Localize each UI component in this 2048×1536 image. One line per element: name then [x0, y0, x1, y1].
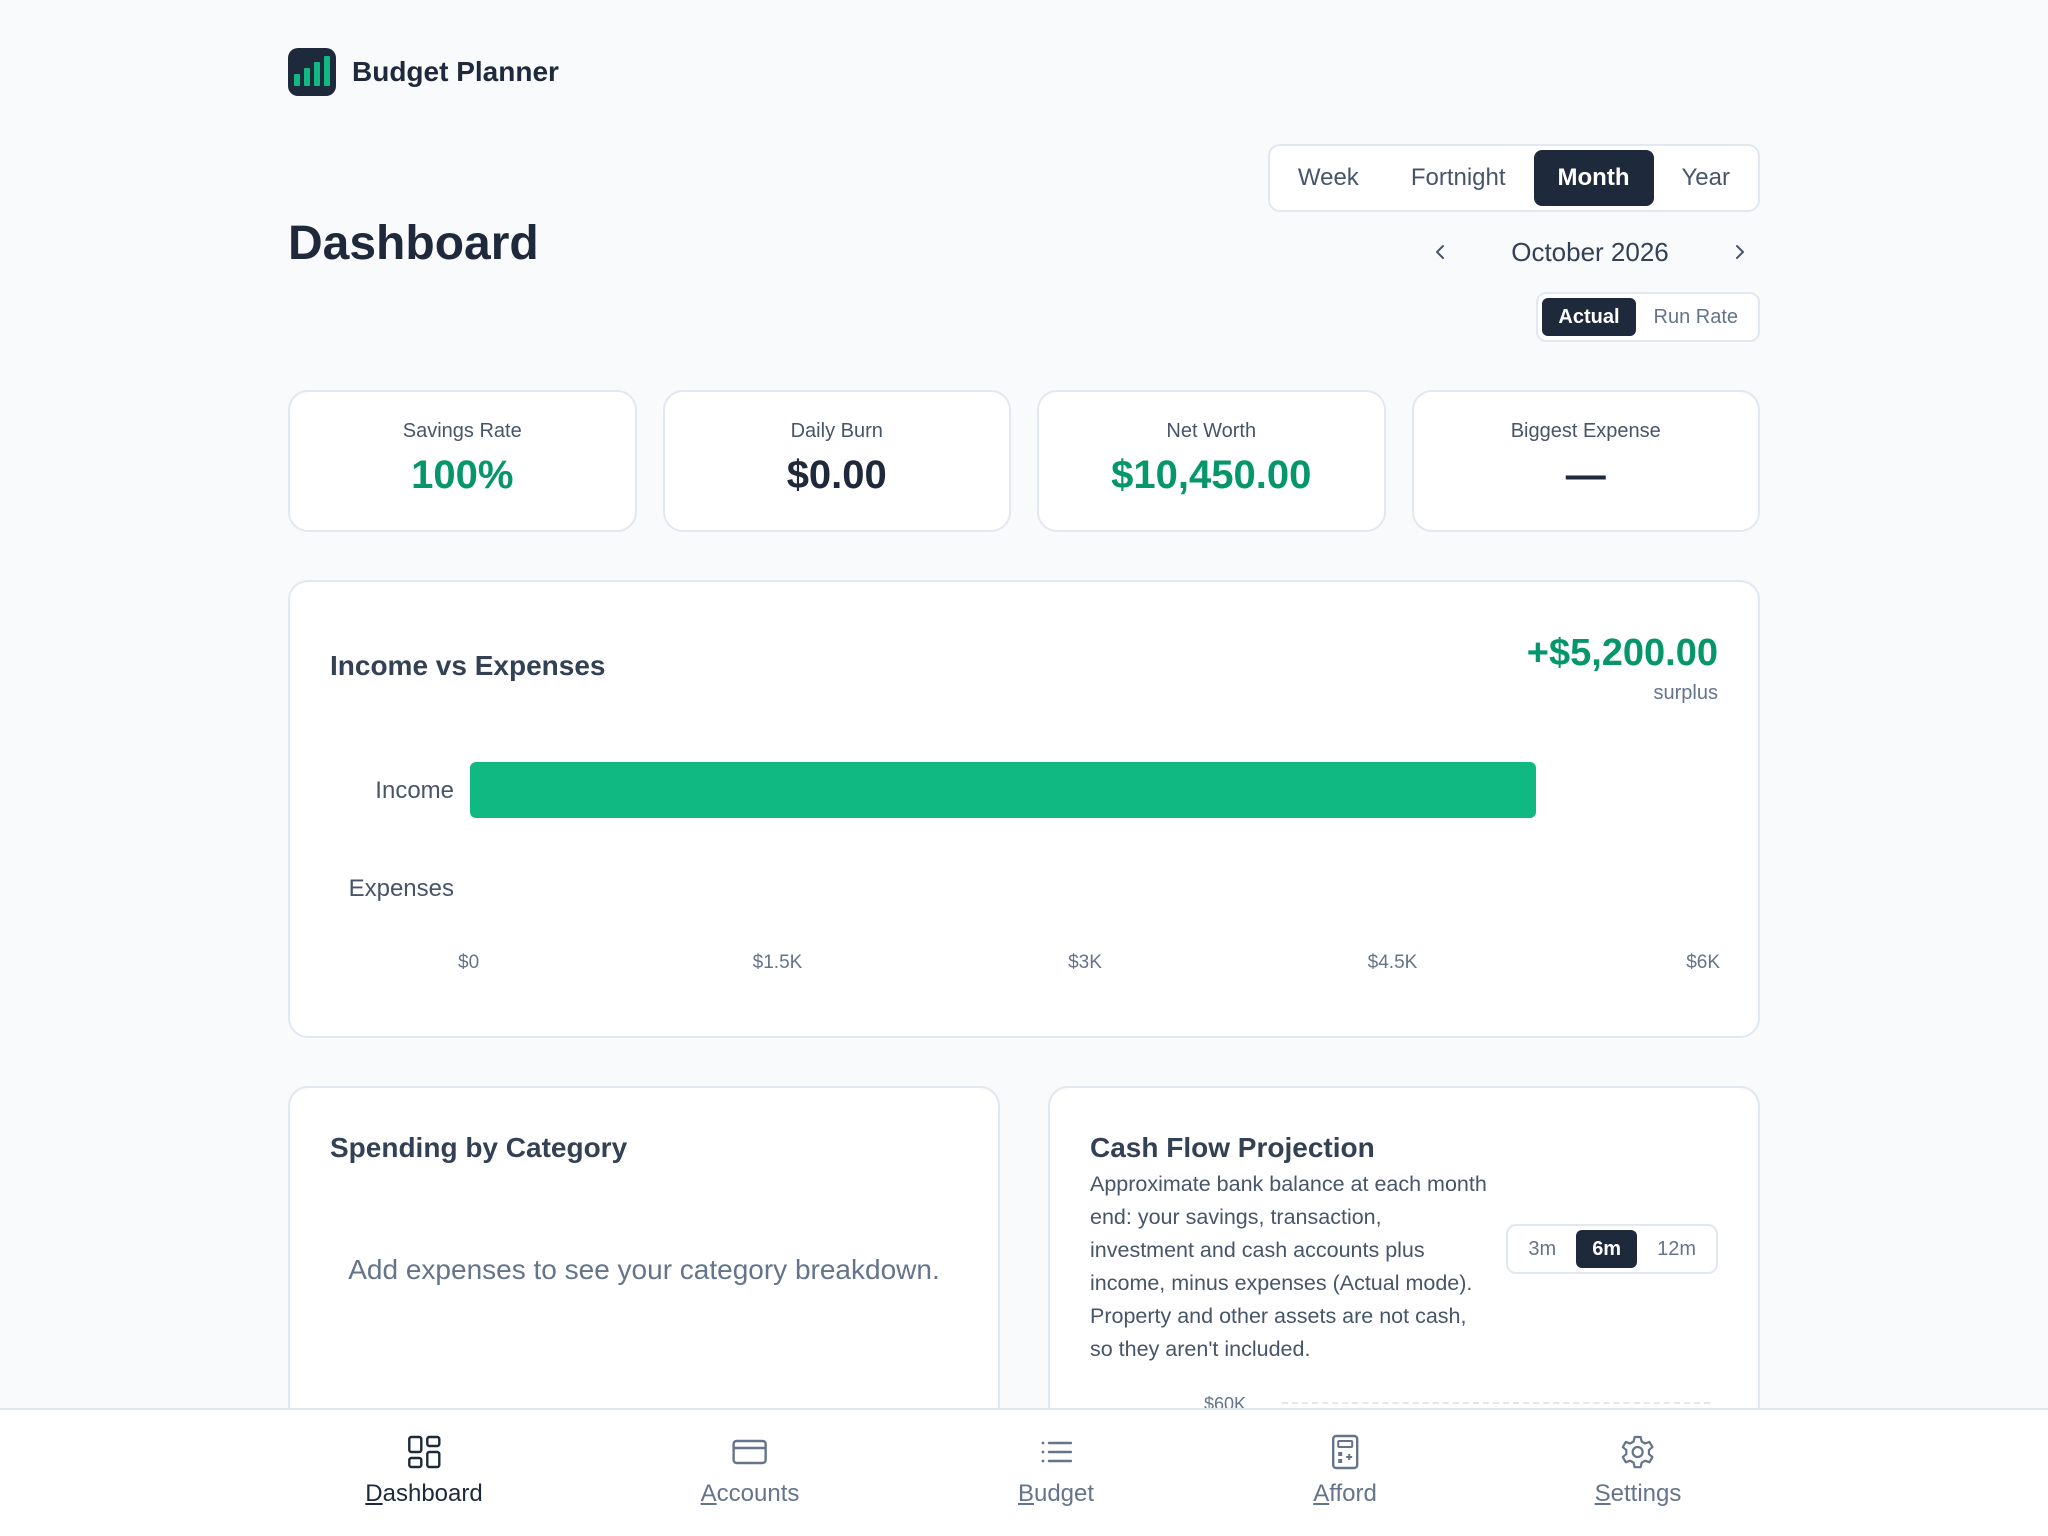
empty-state-message: Add expenses to see your category breakd… — [348, 1254, 940, 1285]
nav-settings[interactable]: Settings — [1594, 1434, 1682, 1508]
surplus-label: surplus — [1653, 682, 1718, 704]
stat-daily-burn: Daily Burn $0.00 — [662, 390, 1011, 532]
brand[interactable]: Budget Planner — [288, 48, 559, 96]
chevron-right-icon — [1736, 245, 1744, 259]
x-tick-label: $1.5K — [753, 952, 803, 973]
grid-line — [1282, 1402, 1710, 1404]
income-vs-expenses-card: Income Expenses $0 $1.5K $3K $4.5K $6K Income … — [288, 580, 1760, 1038]
app-name: Budget Planner — [352, 56, 559, 87]
bar-income[interactable] — [470, 762, 1536, 818]
stat-label: Net Worth — [1166, 420, 1257, 442]
nav-dashboard[interactable]: Dashboard — [365, 1434, 483, 1508]
gear-icon — [1622, 1435, 1654, 1469]
stat-label: Daily Burn — [790, 420, 883, 442]
stat-label: Biggest Expense — [1510, 420, 1661, 442]
nav-label: Budget — [1017, 1480, 1095, 1507]
stat-value: $0.00 — [786, 453, 887, 497]
category-label-income: Income — [375, 777, 454, 804]
card-title: Spending by Category — [330, 1132, 628, 1163]
mode-run-rate[interactable]: Run Rate — [1638, 298, 1755, 336]
category-label-expenses: Expenses — [349, 875, 454, 902]
nav-accounts[interactable]: Accounts — [700, 1434, 800, 1508]
chevron-left-icon — [1436, 245, 1444, 259]
stat-label: Savings Rate — [402, 420, 522, 442]
surplus-value: +$5,200.00 — [1526, 632, 1718, 674]
page-title: Dashboard — [288, 217, 539, 270]
x-tick-label: $6K — [1686, 952, 1720, 973]
period-week[interactable]: Week — [1274, 150, 1383, 206]
x-tick-label: $0 — [458, 952, 479, 973]
period-year[interactable]: Year — [1658, 150, 1755, 206]
app-logo-icon — [288, 48, 336, 96]
range-12m[interactable]: 12m — [1641, 1230, 1712, 1268]
mode-actual[interactable]: Actual — [1542, 298, 1636, 336]
stat-biggest-expense: Biggest Expense — — [1411, 390, 1760, 532]
nav-budget[interactable]: Budget — [1018, 1434, 1094, 1508]
nav-afford[interactable]: Afford — [1313, 1434, 1377, 1508]
nav-label: Accounts — [700, 1480, 800, 1507]
mode-toggle: Actual Run Rate — [1536, 292, 1760, 342]
period-fortnight[interactable]: Fortnight — [1387, 150, 1530, 206]
range-3m[interactable]: 3m — [1512, 1230, 1572, 1268]
nav-label: Settings — [1594, 1480, 1682, 1507]
stat-net-worth: Net Worth $10,450.00 — [1037, 390, 1386, 532]
x-tick-label: $4.5K — [1368, 952, 1418, 973]
credit-card-icon — [732, 1439, 768, 1465]
previous-month-button[interactable] — [1420, 232, 1460, 272]
nav-label: Afford — [1313, 1480, 1377, 1507]
x-tick-label: $3K — [1068, 952, 1102, 973]
nav-label: Dashboard — [365, 1480, 483, 1507]
period-toggle: Week Fortnight Month Year — [1267, 144, 1760, 212]
stat-value: 100% — [411, 453, 514, 497]
list-icon — [1041, 1441, 1073, 1463]
card-description: Approximate bank balance at each month e… — [1090, 1172, 1487, 1361]
card-title: Cash Flow Projection — [1090, 1132, 1375, 1163]
stat-value: $10,450.00 — [1111, 453, 1312, 497]
next-month-button[interactable] — [1720, 232, 1760, 272]
current-month-label: October 2026 — [1511, 236, 1669, 267]
period-month[interactable]: Month — [1533, 150, 1654, 206]
calculator-icon — [1331, 1434, 1359, 1470]
card-title: Income vs Expenses — [330, 650, 606, 681]
stat-cards: Savings Rate 100% Daily Burn $0.00 Net W… — [288, 390, 1760, 532]
stat-savings-rate: Savings Rate 100% — [288, 390, 637, 532]
dashboard-grid-icon — [407, 1435, 441, 1469]
range-toggle: 3m 6m 12m — [1506, 1224, 1718, 1274]
range-6m[interactable]: 6m — [1576, 1230, 1638, 1268]
month-navigator: October 2026 — [1420, 232, 1760, 272]
bottom-navigation: Dashboard Accounts Budget Afford Setting… — [0, 1408, 2048, 1536]
stat-value: — — [1565, 453, 1606, 497]
